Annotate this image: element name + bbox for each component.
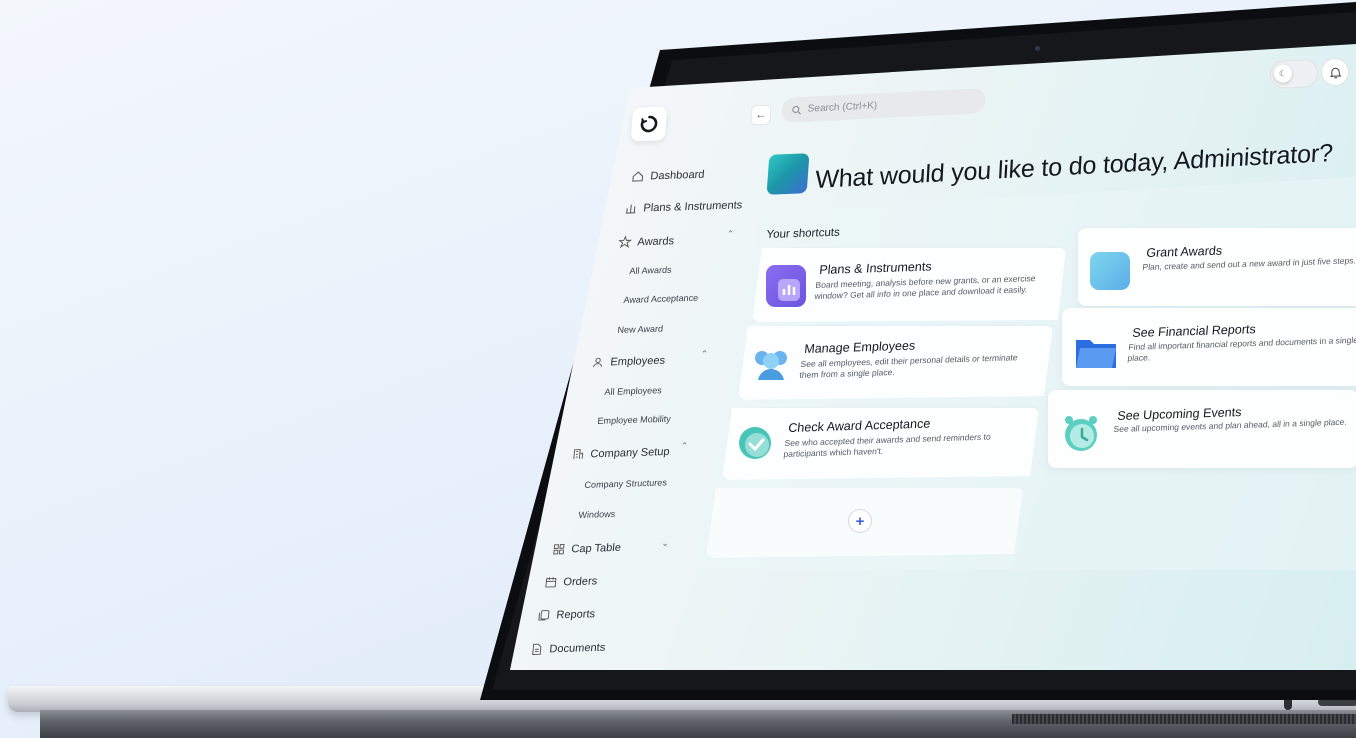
moon-icon: ☾ (1273, 64, 1293, 84)
sidebar-subitem-all-employees[interactable]: All Employees (604, 385, 662, 397)
screen: Dashboard Plans & Instruments Awards ⌃ A… (510, 44, 1356, 670)
theme-toggle[interactable]: ☾ (1269, 58, 1319, 90)
sidebar-subitem-label: All Awards (629, 264, 673, 276)
brand-tile-icon (766, 153, 810, 195)
sidebar-subitem-label: All Employees (604, 385, 663, 397)
laptop-vent (1012, 714, 1356, 724)
wallet-icon (1090, 252, 1130, 290)
sidebar-item-reports[interactable]: Reports (537, 607, 596, 622)
logo-icon[interactable] (630, 106, 668, 142)
employees-icon (592, 357, 603, 368)
card-title: Grant Awards (1145, 243, 1223, 260)
chart-icon (766, 265, 806, 307)
camera-icon (1035, 46, 1040, 51)
back-arrow-icon: ← (755, 108, 767, 122)
home-icon (632, 171, 644, 182)
sidebar-item-label: Company Setup (589, 445, 671, 460)
shortcuts-label: Your shortcuts (765, 226, 841, 241)
copy-icon (538, 610, 550, 621)
sidebar-item-label: Orders (562, 574, 598, 588)
search-icon (792, 105, 802, 115)
building-icon (573, 449, 584, 460)
check-icon (736, 424, 774, 462)
sidebar-subitem-all-awards[interactable]: All Awards (629, 265, 672, 276)
search-placeholder: Search (Ctrl+K) (807, 100, 878, 115)
add-shortcut-button[interactable]: + (848, 509, 872, 533)
sidebar-subitem-windows[interactable]: Windows (578, 509, 616, 520)
chart-icon (625, 204, 636, 214)
employees-icon (750, 344, 792, 384)
sidebar-item-label: Documents (548, 641, 606, 655)
sidebar-subitem-label: New Award (617, 323, 664, 335)
folder-icon (1074, 334, 1118, 370)
scene: Dashboard Plans & Instruments Awards ⌃ A… (0, 0, 1356, 738)
sidebar-item-orders[interactable]: Orders (544, 574, 598, 589)
plus-icon: + (855, 512, 865, 530)
sidebar-item-label: Cap Table (570, 541, 622, 555)
sidebar-item-label: Dashboard (649, 168, 706, 182)
awards-icon (618, 235, 633, 249)
sidebar-item-cap-table[interactable]: Cap Table (552, 541, 622, 556)
sidebar-item-label: Awards (636, 234, 675, 248)
sidebar-item-label: Plans & Instruments (642, 198, 743, 214)
sidebar-item-dashboard[interactable]: Dashboard (631, 168, 705, 183)
sidebar-item-label: Reports (555, 607, 596, 621)
chevron-up-icon[interactable]: ⌃ (726, 229, 734, 240)
sidebar-item-documents[interactable]: Documents (530, 641, 606, 656)
chevron-up-icon[interactable]: ⌃ (700, 349, 708, 360)
sidebar-item-employees[interactable]: Employees (591, 354, 666, 369)
sidebar-subitem-label: Windows (578, 508, 616, 520)
sidebar-item-awards[interactable]: Awards (618, 234, 675, 249)
document-icon (532, 643, 542, 655)
chevron-up-icon[interactable]: ⌃ (680, 441, 688, 452)
back-button[interactable]: ← (750, 104, 772, 126)
sidebar-subitem-new-award[interactable]: New Award (617, 324, 663, 335)
calendar-icon (545, 577, 557, 588)
sidebar-item-label: Employees (609, 354, 666, 368)
grid-icon (553, 544, 565, 555)
clock-icon (1060, 412, 1102, 454)
chevron-down-icon[interactable]: ⌄ (661, 538, 669, 549)
